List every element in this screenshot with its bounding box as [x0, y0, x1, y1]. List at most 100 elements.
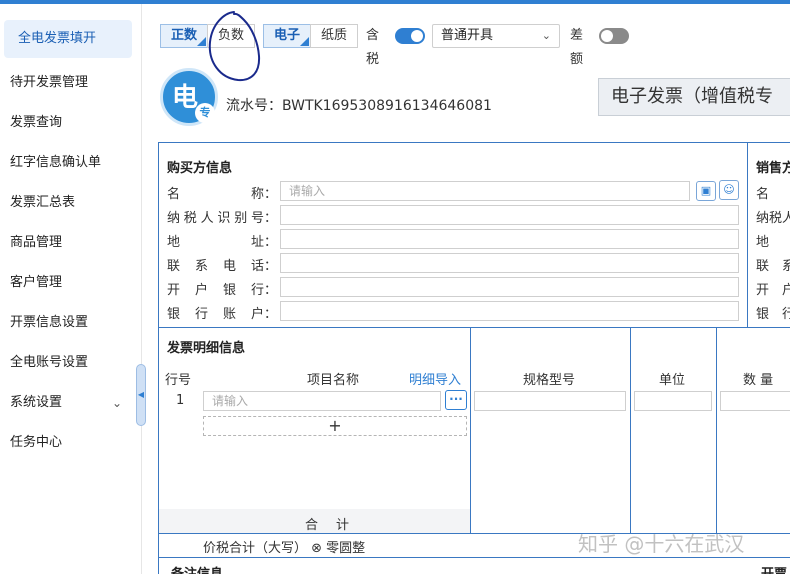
buyer-name-label: 名 称：	[167, 183, 277, 202]
serial-number: 流水号：BWTK1695308916134646081	[226, 98, 492, 114]
seller-name-label: 名	[756, 187, 770, 202]
logo-badge-char: 专	[195, 103, 215, 123]
add-row-button[interactable]: +	[203, 416, 467, 436]
row-number: 1	[176, 393, 185, 408]
electronic-label: 电子	[273, 28, 300, 43]
buyer-bank-input[interactable]	[280, 277, 739, 297]
customer-select-icon[interactable]: ☺	[719, 180, 739, 200]
sidebar-item-system-settings[interactable]: 系统设置 ⌄	[0, 384, 140, 422]
details-section-title: 发票明细信息	[167, 341, 246, 356]
buyer-section-title: 购买方信息	[167, 161, 233, 176]
label-char: 号：	[250, 211, 277, 226]
sidebar-item-customers[interactable]: 客户管理	[0, 264, 140, 302]
selected-check-icon	[300, 37, 309, 46]
label-char: 行	[194, 307, 208, 322]
sidebar-item-label: 系统设置	[10, 395, 63, 410]
total-amount-words: 价税合计（大写） ⊗ 零圆整	[203, 541, 366, 556]
sidebar-item-invoice-summary[interactable]: 发票汇总表	[0, 184, 140, 222]
difference-label: 差额	[570, 28, 584, 67]
buyer-bank-label: 开 户 银 行：	[167, 279, 277, 298]
col-qty: 数 量	[743, 373, 774, 388]
label-char: 别	[234, 211, 248, 226]
remark-section-title: 备注信息	[171, 563, 223, 574]
toggle-knob	[411, 30, 423, 42]
buyer-taxid-label: 纳 税 人 识 别 号：	[167, 207, 277, 226]
label-char: 税	[183, 211, 197, 226]
issue-type-value: 普通开具	[441, 28, 494, 43]
label-char: 话：	[250, 259, 277, 274]
positive-invoice-button[interactable]: 正数	[160, 24, 208, 48]
seller-account-label: 银 行	[756, 307, 790, 322]
item-name-input[interactable]: 请输入	[203, 391, 441, 411]
chevron-down-icon: ⌄	[541, 29, 551, 42]
tax-included-toggle[interactable]	[395, 28, 425, 44]
seller-phone-label: 联 系	[756, 259, 790, 274]
label-char: 称：	[250, 187, 277, 202]
buyer-account-input[interactable]	[280, 301, 739, 321]
invoice-form: 购买方信息 名 称： 请输入 ▣ ☺ 纳 税 人 识 别 号： 地 址： 联 系…	[158, 142, 790, 574]
divider	[470, 327, 471, 533]
issuer-section-title: 开票	[761, 563, 787, 574]
divider	[159, 557, 790, 558]
import-details-link[interactable]: 明细导入	[409, 369, 461, 388]
buyer-name-input[interactable]: 请输入	[280, 181, 690, 201]
sidebar-item-pending-invoices[interactable]: 待开发票管理	[0, 64, 140, 102]
label-char: 行：	[250, 283, 277, 298]
difference-toggle[interactable]	[599, 28, 629, 44]
label-char: 银	[167, 307, 181, 322]
label-char: 户：	[250, 307, 277, 322]
col-item-name: 项目名称	[307, 373, 360, 388]
label-char: 纳	[167, 211, 181, 226]
sidebar-item-invoice-settings[interactable]: 开票信息设置	[0, 304, 140, 342]
label-char: 银	[222, 283, 236, 298]
buyer-address-label: 地 址：	[167, 231, 277, 250]
sidebar: 全电发票填开 待开发票管理 发票查询 红字信息确认单 发票汇总表 商品管理 客户…	[0, 4, 142, 574]
unit-input[interactable]	[634, 391, 712, 411]
positive-label: 正数	[170, 28, 197, 43]
invoice-title: 电子发票（增值税专	[598, 78, 790, 116]
buyer-phone-label: 联 系 电 话：	[167, 255, 277, 274]
seller-taxid-label: 纳税人	[756, 211, 790, 226]
electronic-invoice-button[interactable]: 电子	[263, 24, 311, 48]
qty-input[interactable]	[720, 391, 790, 411]
paper-invoice-button[interactable]: 纸质	[310, 24, 358, 48]
sidebar-item-task-center[interactable]: 任务中心	[0, 424, 140, 462]
label-char: 电	[222, 259, 236, 274]
scan-icon[interactable]: ▣	[696, 181, 716, 201]
sidebar-item-account-settings[interactable]: 全电账号设置	[0, 344, 140, 382]
col-spec: 规格型号	[523, 373, 576, 388]
label-char: 联	[167, 259, 181, 274]
spec-input[interactable]	[474, 391, 626, 411]
label-char: 户	[194, 283, 208, 298]
seller-address-label: 地	[756, 235, 770, 250]
sum-label: 合计	[305, 518, 368, 533]
label-char: 开	[167, 283, 181, 298]
buyer-account-label: 银 行 账 户：	[167, 303, 277, 322]
label-char: 识	[217, 211, 231, 226]
toggle-knob	[601, 30, 613, 42]
col-row-no: 行号	[165, 373, 192, 388]
sidebar-item-invoice-fill[interactable]: 全电发票填开	[4, 20, 132, 58]
buyer-phone-input[interactable]	[280, 253, 739, 273]
tax-included-label: 含税	[366, 28, 380, 67]
label-char: 址：	[250, 235, 277, 250]
label-char: 名	[167, 187, 181, 202]
sidebar-item-goods[interactable]: 商品管理	[0, 224, 140, 262]
col-unit: 单位	[659, 373, 686, 388]
label-char: 人	[200, 211, 214, 226]
label-char: 地	[167, 235, 181, 250]
sidebar-item-red-confirm[interactable]: 红字信息确认单	[0, 144, 140, 182]
sidebar-item-invoice-query[interactable]: 发票查询	[0, 104, 140, 142]
sidebar-collapse-handle[interactable]: ◀	[136, 364, 146, 426]
seller-section-title: 销售方	[756, 161, 790, 176]
hand-drawn-circle-annotation	[208, 11, 261, 82]
buyer-taxid-input[interactable]	[280, 205, 739, 225]
chevron-down-icon: ⌄	[111, 396, 122, 410]
label-char: 账	[222, 307, 236, 322]
issue-type-select[interactable]: 普通开具 ⌄	[432, 24, 560, 48]
divider	[716, 327, 717, 533]
more-options-icon[interactable]: ···	[445, 390, 467, 410]
buyer-address-input[interactable]	[280, 229, 739, 249]
label-char: 系	[194, 259, 208, 274]
invoice-type-logo: 电 专	[160, 68, 218, 126]
